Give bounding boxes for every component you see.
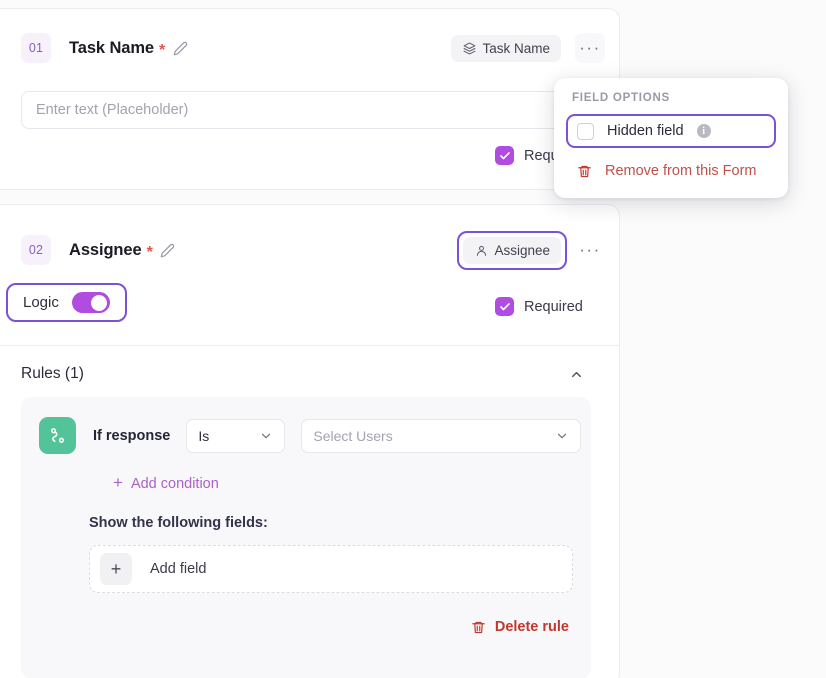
add-condition-button[interactable]: + Add condition bbox=[113, 473, 219, 492]
required-label: Required bbox=[524, 298, 583, 315]
logic-toggle-group[interactable]: Logic bbox=[6, 283, 127, 322]
logic-toggle-switch[interactable] bbox=[71, 292, 110, 313]
rule-condition-row: If response Is Select Users bbox=[39, 417, 582, 454]
operator-select-value: Is bbox=[198, 427, 210, 444]
layers-icon bbox=[462, 41, 476, 55]
field-type-chip[interactable]: Assignee bbox=[463, 236, 561, 264]
add-field-label: Add field bbox=[150, 561, 207, 577]
task-name-input[interactable]: Enter text (Placeholder) bbox=[21, 91, 607, 129]
field-card-assignee: 02 Assignee * Assignee ··· Required Rule… bbox=[0, 204, 620, 678]
remove-from-form-menu-item[interactable]: Remove from this Form bbox=[554, 158, 788, 184]
hidden-field-checkbox[interactable] bbox=[577, 122, 594, 140]
logic-label: Logic bbox=[23, 294, 59, 311]
chevron-down-icon bbox=[249, 429, 273, 443]
rules-header[interactable]: Rules (1) bbox=[21, 363, 587, 385]
field-header-task-name: 01 Task Name * Task Name ··· bbox=[21, 31, 605, 65]
field-more-options-button[interactable]: ··· bbox=[575, 235, 605, 265]
field-number-badge: 01 bbox=[21, 33, 51, 63]
trash-icon bbox=[471, 619, 487, 635]
remove-from-form-label: Remove from this Form bbox=[605, 163, 757, 179]
field-type-chip-wrapper-assignee[interactable]: Assignee bbox=[457, 230, 567, 270]
field-type-chip[interactable]: Task Name bbox=[451, 34, 561, 62]
pencil-icon[interactable] bbox=[172, 40, 188, 56]
field-type-chip-label: Task Name bbox=[482, 40, 550, 56]
show-following-fields-label: Show the following fields: bbox=[89, 515, 268, 531]
field-number-badge: 02 bbox=[21, 235, 51, 265]
add-condition-label: Add condition bbox=[130, 475, 219, 492]
field-title-text: Task Name bbox=[69, 38, 155, 57]
pencil-icon[interactable] bbox=[160, 242, 176, 258]
chevron-up-icon[interactable] bbox=[565, 363, 587, 385]
select-users-dropdown[interactable]: Select Users bbox=[301, 418, 582, 453]
field-card-task-name: 01 Task Name * Task Name ··· Enter text (… bbox=[0, 8, 620, 190]
required-asterisk: * bbox=[146, 243, 153, 261]
chevron-down-icon bbox=[545, 429, 569, 443]
hidden-field-label: Hidden field bbox=[607, 123, 684, 139]
add-field-button[interactable]: + Add field bbox=[89, 545, 573, 593]
hidden-field-menu-item[interactable]: Hidden field i bbox=[566, 114, 776, 148]
field-title-text: Assignee bbox=[69, 240, 142, 259]
rule-card: If response Is Select Users + Add condit… bbox=[21, 397, 591, 678]
person-icon bbox=[474, 243, 488, 257]
rules-title: Rules (1) bbox=[21, 365, 84, 382]
required-asterisk: * bbox=[159, 41, 166, 59]
field-title: Task Name * bbox=[69, 38, 166, 59]
trash-icon bbox=[576, 163, 592, 179]
plus-icon: + bbox=[100, 553, 132, 585]
toggle-knob bbox=[91, 294, 108, 311]
required-row-assignee[interactable]: Required bbox=[495, 297, 583, 316]
if-response-label: If response bbox=[93, 427, 171, 444]
form-builder-screen: 01 Task Name * Task Name ··· Enter text (… bbox=[0, 0, 826, 678]
section-divider bbox=[0, 345, 619, 346]
field-header-assignee: 02 Assignee * Assignee ··· bbox=[21, 230, 605, 270]
popup-title: FIELD OPTIONS bbox=[572, 92, 670, 104]
field-type-chip-label: Assignee bbox=[494, 242, 550, 258]
field-title: Assignee * bbox=[69, 240, 153, 261]
field-options-popup: FIELD OPTIONS Hidden field i Remove from… bbox=[554, 78, 788, 198]
operator-select[interactable]: Is bbox=[186, 418, 286, 453]
delete-rule-button[interactable]: Delete rule bbox=[471, 619, 569, 635]
select-users-placeholder: Select Users bbox=[313, 427, 393, 444]
info-icon[interactable]: i bbox=[696, 124, 711, 138]
required-checkbox[interactable] bbox=[495, 297, 514, 316]
plus-icon: + bbox=[113, 473, 123, 492]
field-more-options-button[interactable]: ··· bbox=[575, 33, 605, 63]
task-name-input-placeholder: Enter text (Placeholder) bbox=[36, 102, 189, 118]
field-type-chip-wrapper-task-name[interactable]: Task Name bbox=[445, 29, 567, 68]
required-checkbox[interactable] bbox=[495, 146, 514, 165]
delete-rule-label: Delete rule bbox=[494, 619, 569, 635]
branch-icon bbox=[39, 417, 76, 454]
